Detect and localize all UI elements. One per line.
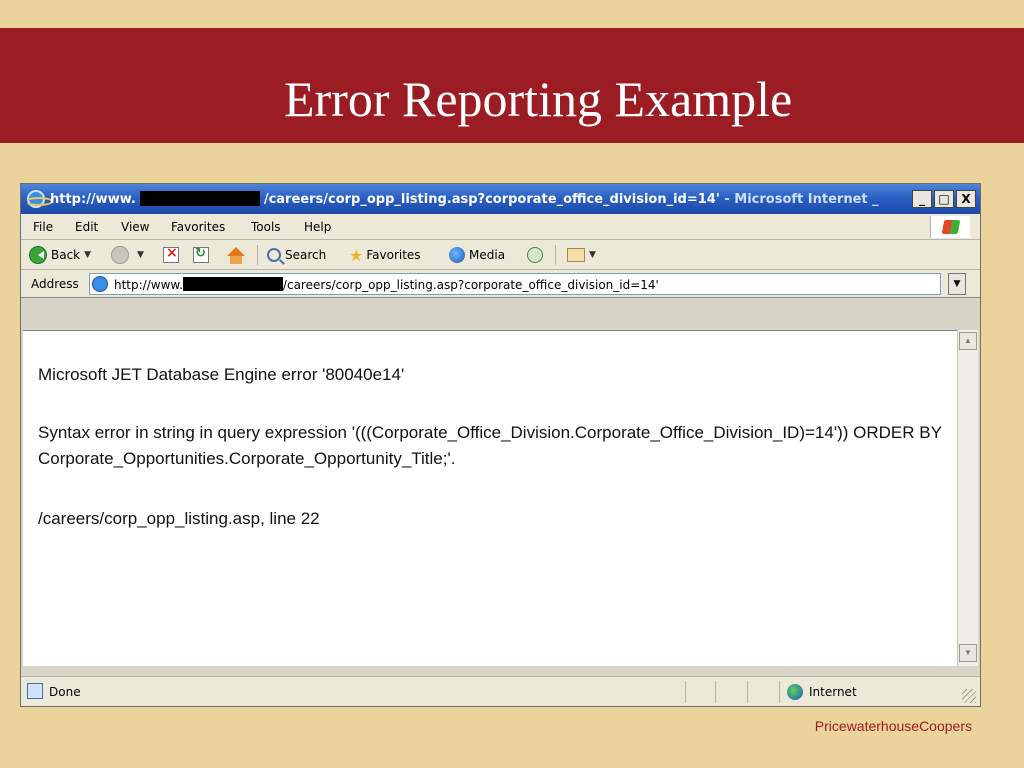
slide-title: Error Reporting Example — [284, 71, 793, 127]
chevron-down-icon: ▼ — [137, 250, 144, 260]
redacted-domain — [139, 191, 260, 206]
status-bar: Done Internet — [21, 676, 980, 706]
chevron-down-icon: ▼ — [589, 250, 596, 260]
menu-bar: File Edit View Favorites Tools Help — [21, 214, 980, 240]
search-label: Search — [285, 248, 327, 262]
back-label: Back — [51, 248, 81, 262]
status-pane-divider — [685, 681, 686, 703]
menu-file[interactable]: File — [33, 220, 53, 234]
globe-icon — [787, 684, 803, 700]
history-icon — [527, 247, 543, 263]
window-title-prefix: http://www. — [50, 192, 136, 207]
stop-icon — [163, 245, 179, 263]
menu-favorites[interactable]: Favorites — [171, 220, 225, 234]
home-button[interactable] — [227, 245, 245, 265]
ie-logo-icon — [25, 190, 53, 208]
error-heading: Microsoft JET Database Engine error '800… — [38, 365, 405, 384]
menu-tools[interactable]: Tools — [251, 220, 281, 234]
address-suffix: /careers/corp_opp_listing.asp?corporate_… — [282, 278, 659, 292]
star-icon: ★ — [349, 245, 364, 265]
address-prefix: http://www. — [114, 278, 183, 292]
back-arrow-icon — [29, 246, 47, 264]
home-icon — [227, 246, 245, 264]
media-label: Media — [469, 248, 506, 262]
search-icon — [267, 248, 281, 262]
browser-window: http://www. /careers/corp_opp_listing.asp… — [20, 183, 981, 707]
chevron-down-icon: ▼ — [84, 250, 92, 260]
footer-brand: PricewaterhouseCoopers — [814, 718, 972, 734]
scroll-down-button[interactable]: ▼ — [959, 644, 977, 662]
toolbar-separator — [257, 245, 258, 265]
address-label: Address — [31, 277, 79, 291]
windows-flag-icon — [930, 216, 970, 238]
favorites-button[interactable]: ★ Favorites — [349, 245, 421, 265]
address-dropdown-button[interactable]: ▼ — [948, 273, 966, 295]
menu-help[interactable]: Help — [304, 220, 331, 234]
close-button[interactable]: X — [956, 190, 976, 208]
mail-icon — [567, 248, 585, 262]
window-title-app: - Microsoft Internet _ — [724, 192, 879, 207]
page-content: Microsoft JET Database Engine error '800… — [23, 330, 957, 666]
refresh-icon — [193, 246, 209, 263]
forward-arrow-icon — [111, 246, 129, 264]
status-pane-divider — [715, 681, 716, 703]
window-controls: _ □ X — [912, 190, 976, 208]
status-pane-divider — [779, 681, 780, 703]
vertical-scrollbar[interactable]: ▲ ▼ — [957, 330, 978, 666]
media-button[interactable]: Media — [449, 245, 505, 265]
page-icon — [92, 276, 108, 292]
maximize-button[interactable]: □ — [934, 190, 954, 208]
history-button[interactable] — [527, 245, 543, 265]
stop-button[interactable] — [163, 245, 179, 265]
window-titlebar[interactable]: http://www. /careers/corp_opp_listing.asp… — [21, 184, 980, 214]
favorites-label: Favorites — [366, 248, 421, 262]
window-title: http://www. /careers/corp_opp_listing.asp… — [50, 191, 879, 207]
resize-grip-icon[interactable] — [962, 689, 976, 703]
minimize-button[interactable]: _ — [912, 190, 932, 208]
toolbar-separator — [555, 245, 556, 265]
status-text: Done — [49, 685, 81, 699]
media-icon — [449, 247, 465, 263]
menu-edit[interactable]: Edit — [75, 220, 98, 234]
status-pane-divider — [747, 681, 748, 703]
security-zone: Internet — [809, 685, 857, 699]
error-message-line2: Corporate_Opportunities.Corporate_Opport… — [38, 449, 456, 468]
standard-toolbar: Back ▼ ▼ Search ★ Favorites Media — [21, 240, 980, 270]
address-input[interactable]: http://www. /careers/corp_opp_listing.asp… — [89, 273, 941, 295]
back-button[interactable]: Back ▼ — [29, 245, 91, 265]
scroll-up-button[interactable]: ▲ — [959, 332, 977, 350]
address-text: http://www. /careers/corp_opp_listing.asp… — [114, 277, 659, 292]
forward-button[interactable]: ▼ — [111, 245, 144, 265]
search-button[interactable]: Search — [267, 245, 326, 265]
page-status-icon — [27, 683, 43, 699]
address-bar: Address http://www. /careers/corp_opp_lis… — [21, 270, 980, 298]
error-message-line1: Syntax error in string in query expressi… — [38, 423, 942, 442]
menu-view[interactable]: View — [121, 220, 149, 234]
redacted-domain — [182, 277, 283, 291]
mail-button[interactable]: ▼ — [567, 245, 596, 265]
error-location: /careers/corp_opp_listing.asp, line 22 — [38, 509, 320, 528]
refresh-button[interactable] — [193, 245, 209, 265]
window-title-suffix: /careers/corp_opp_listing.asp?corporate_… — [263, 192, 720, 207]
